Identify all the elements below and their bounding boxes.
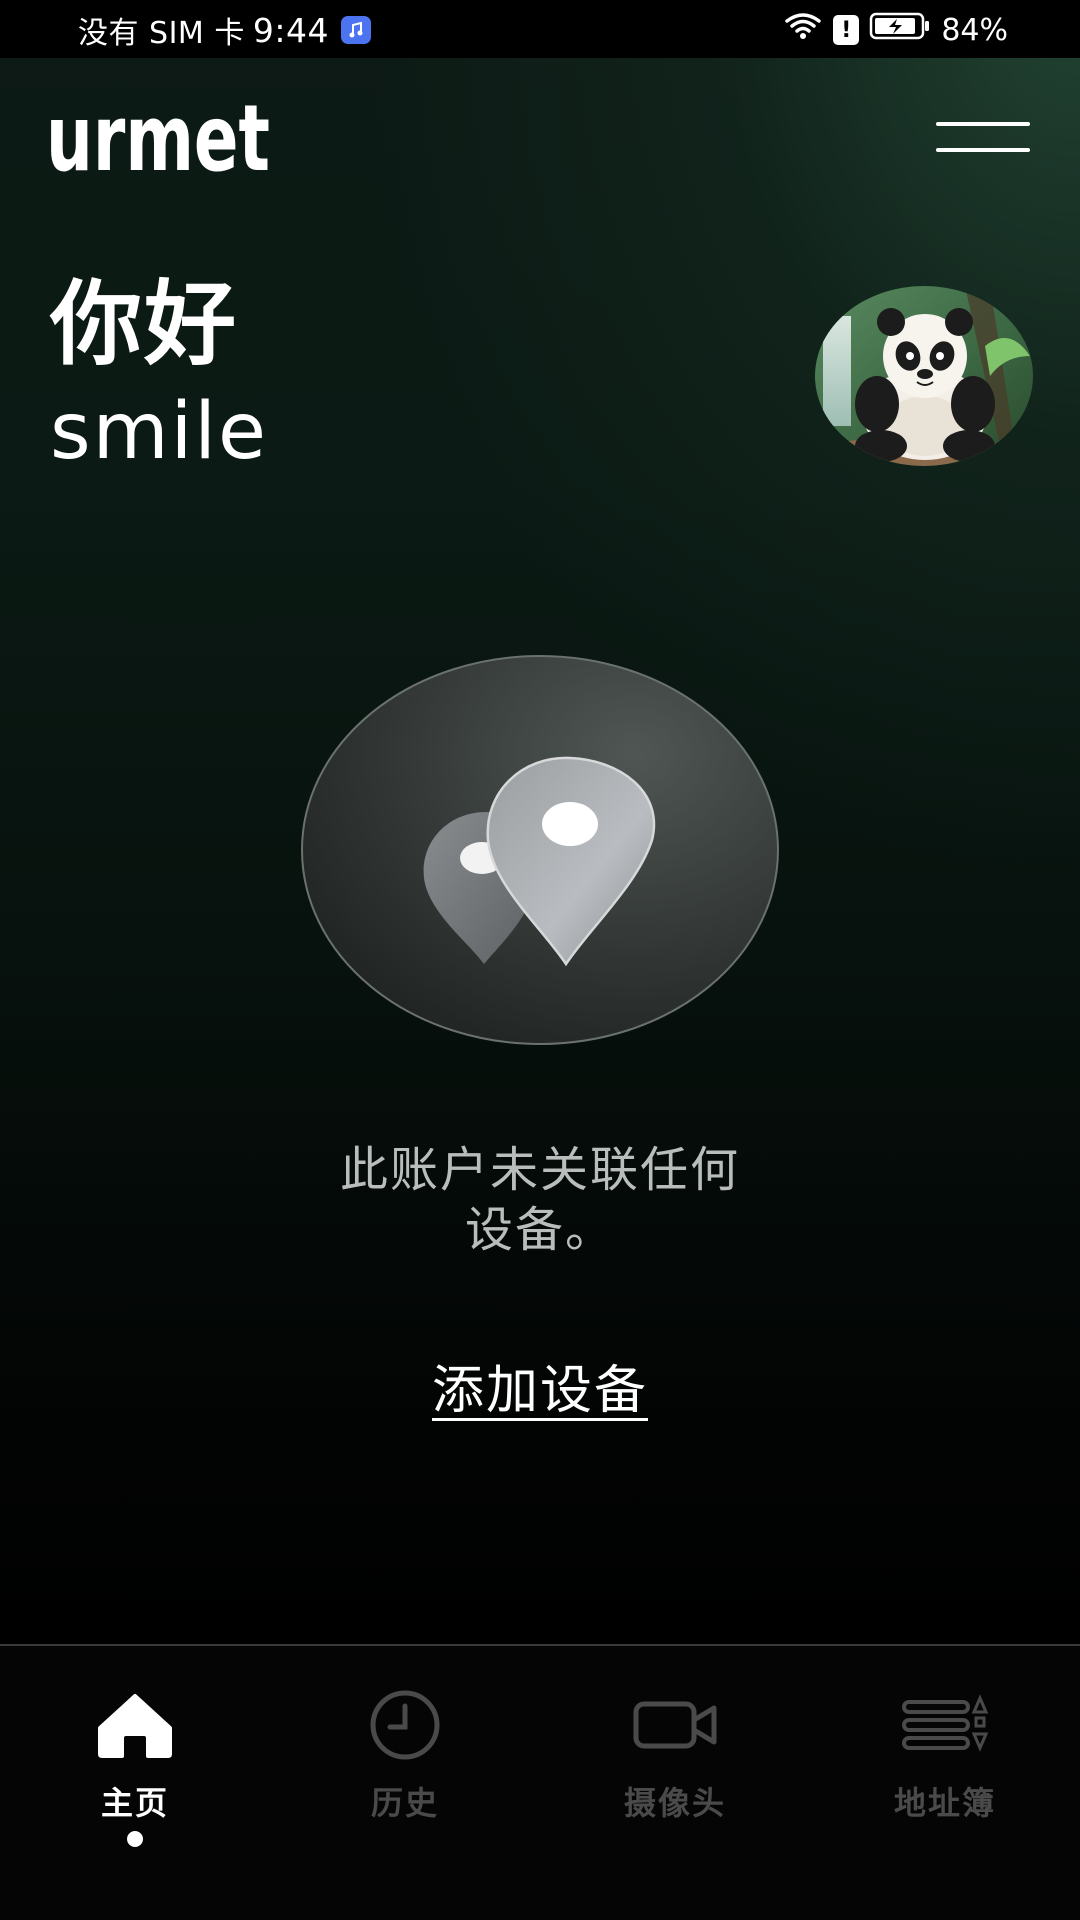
battery-percent: 84% — [941, 12, 1008, 48]
nav-item-camera[interactable]: 摄像头 — [575, 1690, 775, 1840]
nav-item-home[interactable]: 主页 — [35, 1690, 235, 1840]
status-bar: 没有 SIM 卡 9:44 ! 84% — [0, 0, 1080, 58]
add-device-link[interactable]: 添加设备 — [390, 1356, 690, 1426]
bottom-nav: 主页 历史 摄像头 地址簿 — [0, 1644, 1080, 1920]
logo-text: urmet — [46, 92, 270, 182]
wifi-icon — [783, 11, 823, 49]
location-pins-icon — [301, 655, 779, 1045]
empty-message-line2: 设备。 — [464, 1202, 615, 1258]
nav-label-home: 主页 — [100, 1784, 169, 1822]
hamburger-menu-icon — [936, 122, 1030, 126]
carrier-text: 没有 SIM 卡 — [78, 16, 245, 51]
nav-label-address-book: 地址簿 — [893, 1784, 996, 1822]
profile-avatar[interactable] — [815, 286, 1033, 466]
nav-item-history[interactable]: 历史 — [305, 1690, 505, 1840]
status-left: 没有 SIM 卡 9:44 — [78, 8, 371, 52]
clock-icon — [370, 1690, 440, 1760]
nav-label-history: 历史 — [370, 1784, 439, 1822]
empty-message-line1: 此账户未关联任何 — [339, 1142, 740, 1198]
active-tab-indicator — [127, 1831, 143, 1847]
alert-icon: ! — [833, 15, 860, 45]
greeting-hello: 你好 — [50, 271, 239, 378]
urmet-logo: urmet — [46, 85, 276, 192]
battery-icon — [869, 11, 931, 49]
status-right: ! 84% — [783, 8, 1008, 52]
camera-icon — [633, 1701, 717, 1749]
status-time: 9:44 — [252, 10, 329, 50]
address-book-icon — [902, 1694, 989, 1752]
home-screen: 没有 SIM 卡 9:44 ! 84% urmet 你好 smile 此账户未关… — [0, 0, 1080, 1920]
panda-avatar-icon — [815, 286, 1033, 466]
nav-label-camera: 摄像头 — [623, 1784, 726, 1822]
menu-button[interactable] — [932, 118, 1032, 158]
nav-item-address-book[interactable]: 地址簿 — [845, 1690, 1045, 1840]
menu-line-bottom — [936, 148, 1030, 152]
empty-devices-illustration — [298, 652, 782, 1048]
home-icon — [98, 1694, 172, 1758]
music-app-icon — [340, 16, 371, 44]
empty-message: 此账户未关联任何 设备。 — [240, 1140, 840, 1260]
greeting-username: smile — [50, 387, 268, 477]
